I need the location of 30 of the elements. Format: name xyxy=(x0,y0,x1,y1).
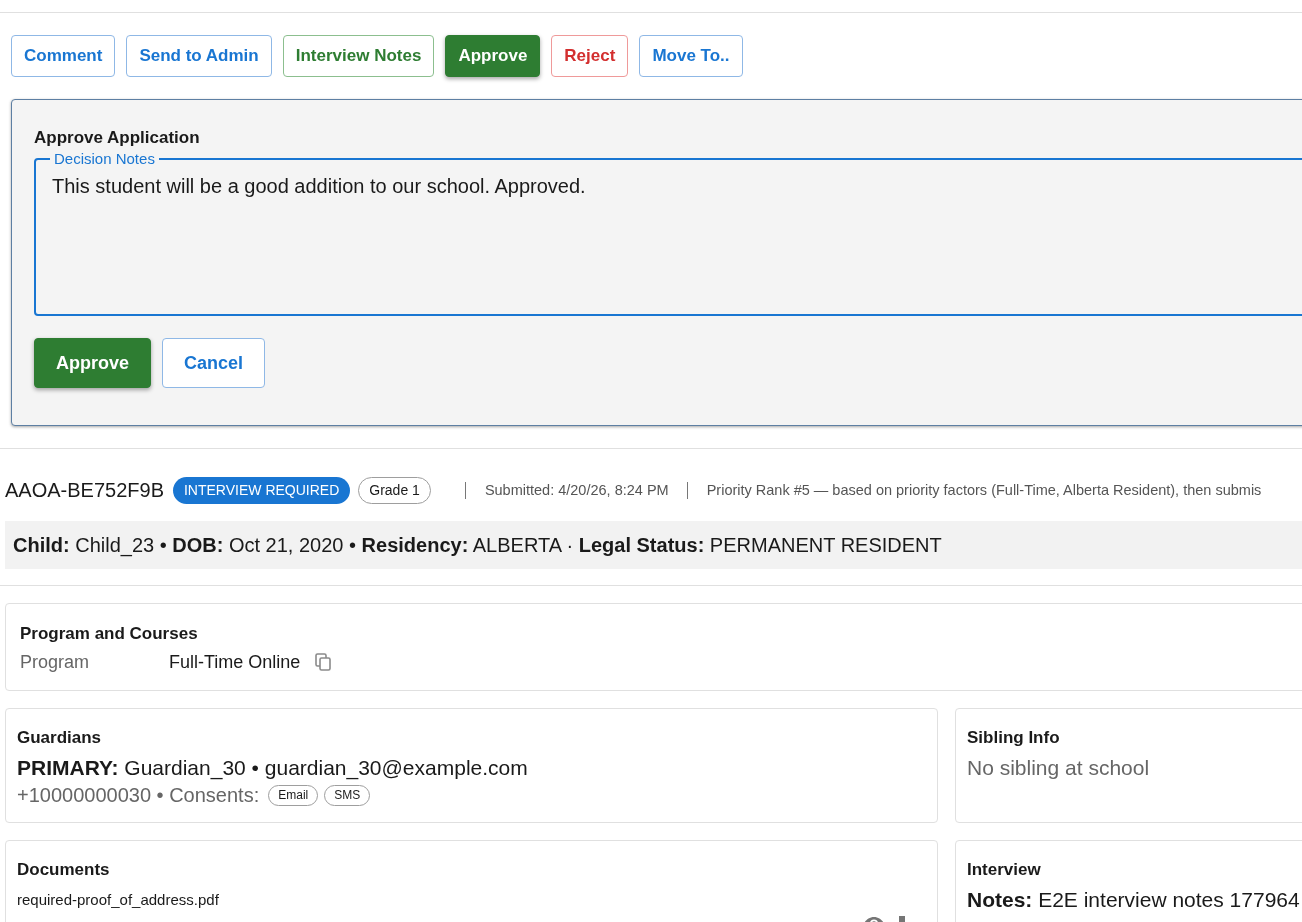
cancel-button[interactable]: Cancel xyxy=(162,338,266,388)
field-label: Decision Notes xyxy=(53,150,156,167)
guardian-contact: +10000000030 • Consents: xyxy=(17,783,260,808)
action-button[interactable]: Comment xyxy=(11,35,116,77)
interview-notes: Notes: E2E interview notes 177964 xyxy=(967,887,1301,913)
priority-note: Priority Rank #5 — based on priority factors (Full-Time, Alberta Resident), then submis xyxy=(706,482,1262,498)
application-id: AAOA-BE752F9B xyxy=(5,478,164,502)
copy-icon[interactable] xyxy=(315,653,332,671)
decision-notes-field[interactable]: Decision Notes This student will be a good addition to our school. Approved. xyxy=(34,150,1302,316)
card-title: Interview xyxy=(967,860,1042,880)
submitted-date: Submitted: 4/20/26, 8:24 PM xyxy=(484,482,669,498)
field-value: Full-Time Online xyxy=(169,651,301,674)
card-title: Program and Courses xyxy=(20,624,199,644)
field-label: Program xyxy=(20,651,91,674)
child-summary: Child: Child_23 • DOB: Oct 21, 2020 • Residency: ALBERTA · Legal Status: PERMANENT RESIDENT xyxy=(5,521,1302,569)
card-title: Documents xyxy=(17,860,111,880)
sibling-status: No sibling at school xyxy=(967,755,1151,781)
notes-button[interactable]: Interview Notes xyxy=(282,35,435,77)
approve-button[interactable]: Approve xyxy=(445,35,541,77)
file-name[interactable]: required-proof_of_address.pdf xyxy=(17,890,219,910)
card-title: Guardians xyxy=(17,728,103,748)
approve-button[interactable]: Approve xyxy=(34,338,151,388)
action-button[interactable]: Move To.. xyxy=(639,35,743,77)
guardian-primary: PRIMARY: Guardian_30 • guardian_30@example.com xyxy=(17,755,529,782)
card-title: Sibling Info xyxy=(967,728,1061,748)
action-button[interactable]: Send to Admin xyxy=(126,35,272,77)
reject-button[interactable]: Reject xyxy=(551,35,629,77)
status-badge: INTERVIEW REQUIRED xyxy=(172,476,351,504)
panel-title: Approve Application xyxy=(34,128,201,148)
notes-text-input[interactable]: This student will be a good addition to our school. Approved. xyxy=(52,167,1299,297)
